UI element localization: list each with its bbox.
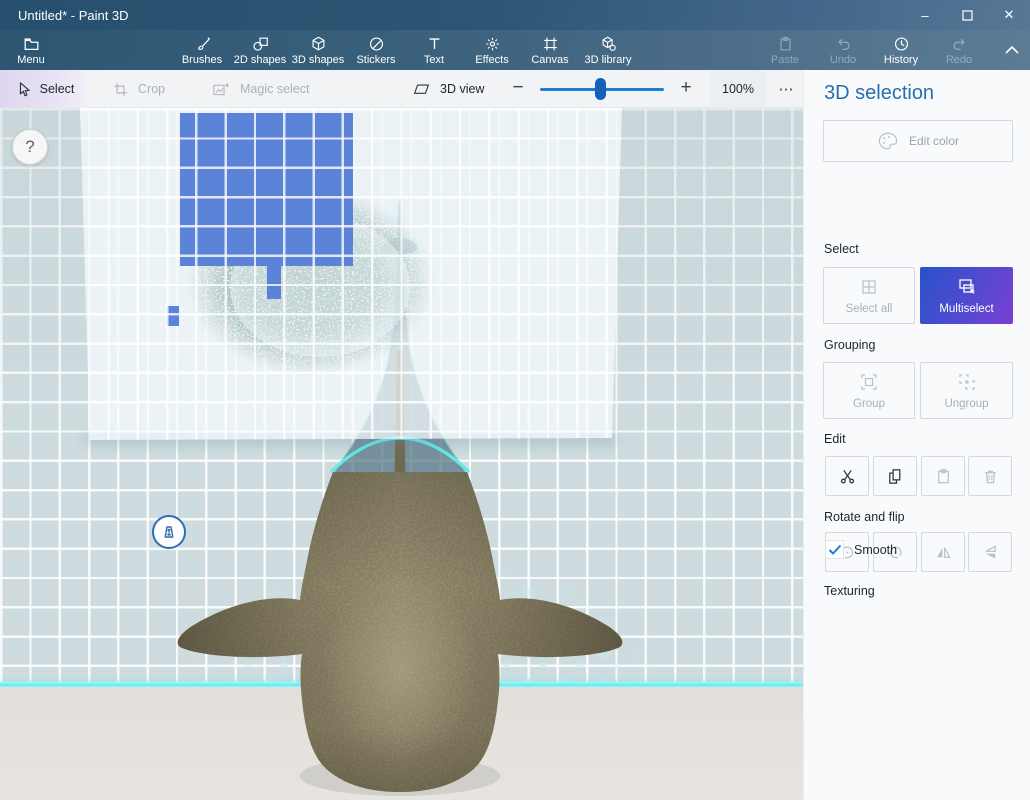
zoom-in-button[interactable]: + xyxy=(674,77,698,99)
3d-library-icon xyxy=(599,35,618,53)
redo-icon xyxy=(950,35,969,53)
group-button[interactable]: Group xyxy=(823,362,915,419)
ungroup-icon xyxy=(957,372,977,392)
titlebar: Untitled* - Paint 3D – ✕ xyxy=(0,0,1030,30)
zoom-slider[interactable] xyxy=(540,88,664,91)
chevron-up-icon xyxy=(1004,44,1020,56)
checkmark-icon xyxy=(828,544,842,556)
toolbar-center-group: Brushes 2D shapes 3D shapes Stickers Tex… xyxy=(173,30,637,70)
crop-icon xyxy=(112,81,129,98)
window-controls: – ✕ xyxy=(904,0,1030,30)
3d-canvas-viewport[interactable]: ? xyxy=(0,108,803,800)
blue-paint-stroke xyxy=(267,266,281,299)
stickers-icon xyxy=(367,35,386,53)
trash-icon xyxy=(981,467,1000,486)
z-depth-gizmo-icon xyxy=(158,521,180,543)
edit-color-button[interactable]: Edit color xyxy=(823,120,1013,162)
paste-icon xyxy=(776,35,795,53)
3d-view-icon xyxy=(412,81,431,97)
redo-button[interactable]: Redo xyxy=(930,30,988,70)
flip-vertical-icon xyxy=(981,543,1000,562)
close-button[interactable]: ✕ xyxy=(988,0,1030,30)
magic-select-button[interactable]: Magic select xyxy=(212,70,309,108)
minimize-button[interactable]: – xyxy=(904,0,946,30)
copy-button[interactable] xyxy=(873,456,917,496)
shark-highlight xyxy=(320,573,480,763)
maximize-icon xyxy=(962,10,973,21)
menu-icon xyxy=(22,35,41,53)
maximize-button[interactable] xyxy=(946,0,988,30)
window-title: Untitled* - Paint 3D xyxy=(18,8,129,23)
history-button[interactable]: History xyxy=(872,30,930,70)
edit-section-label: Edit xyxy=(824,432,846,446)
delete-button[interactable] xyxy=(968,456,1012,496)
cut-button[interactable] xyxy=(825,456,869,496)
select-all-icon xyxy=(859,277,879,297)
3d-shapes-icon xyxy=(309,35,328,53)
blue-paint-rectangle xyxy=(180,113,353,266)
3d-library-button[interactable]: 3D library xyxy=(579,30,637,70)
effects-icon xyxy=(483,35,502,53)
palette-icon xyxy=(877,131,899,151)
help-button[interactable]: ? xyxy=(12,129,48,165)
text-button[interactable]: Text xyxy=(405,30,463,70)
more-options-button[interactable]: ⋯ xyxy=(772,70,802,108)
selection-toolbar: Select Crop Magic select 3D view − + 100… xyxy=(0,70,803,108)
brush-icon xyxy=(193,35,212,53)
effects-button[interactable]: Effects xyxy=(463,30,521,70)
paste-button-panel[interactable] xyxy=(921,456,965,496)
2d-shapes-icon xyxy=(251,35,270,53)
paste-button[interactable]: Paste xyxy=(756,30,814,70)
select-tool-button[interactable]: Select xyxy=(0,70,90,108)
cut-icon xyxy=(838,467,857,486)
flip-horizontal-icon xyxy=(934,543,953,562)
flip-vertical-button[interactable] xyxy=(968,532,1012,572)
undo-icon xyxy=(834,35,853,53)
brushes-button[interactable]: Brushes xyxy=(173,30,231,70)
multiselect-icon xyxy=(956,277,978,297)
top-toolbar: Menu Brushes 2D shapes 3D shapes Sticker… xyxy=(0,30,1030,70)
copy-icon xyxy=(886,467,905,486)
paste-icon xyxy=(934,467,953,486)
select-all-button[interactable]: Select all xyxy=(823,267,915,324)
collapse-ribbon-button[interactable] xyxy=(998,36,1026,64)
select-section-label: Select xyxy=(824,242,859,256)
select-cursor-icon xyxy=(16,81,32,98)
text-icon xyxy=(425,35,444,53)
2d-canvas-sheet[interactable] xyxy=(78,108,622,440)
zoom-slider-thumb[interactable] xyxy=(595,78,606,100)
magic-select-icon xyxy=(212,81,231,98)
toolbar-right-group: Paste Undo History Redo xyxy=(756,30,988,70)
texturing-section-label: Texturing xyxy=(824,584,875,598)
paint3d-window: Untitled* - Paint 3D – ✕ Menu Brushes 2D… xyxy=(0,0,1030,800)
canvas-button[interactable]: Canvas xyxy=(521,30,579,70)
flip-horizontal-button[interactable] xyxy=(921,532,965,572)
smooth-label: Smooth xyxy=(854,543,897,557)
smooth-checkbox[interactable] xyxy=(825,540,844,559)
zoom-out-button[interactable]: − xyxy=(506,77,530,99)
menu-button[interactable]: Menu xyxy=(10,30,52,70)
panel-title: 3D selection xyxy=(824,82,934,105)
z-depth-gizmo-handle[interactable] xyxy=(152,515,186,549)
3d-shapes-button[interactable]: 3D shapes xyxy=(289,30,347,70)
zoom-level-value[interactable]: 100% xyxy=(710,70,766,108)
crop-button[interactable]: Crop xyxy=(112,70,165,108)
stickers-button[interactable]: Stickers xyxy=(347,30,405,70)
2d-shapes-button[interactable]: 2D shapes xyxy=(231,30,289,70)
multiselect-button[interactable]: Multiselect xyxy=(920,267,1013,324)
canvas-icon xyxy=(541,35,560,53)
blue-paint-fragment xyxy=(167,306,179,326)
history-icon xyxy=(892,35,911,53)
3d-selection-panel: 3D selection Edit color Select Select al… xyxy=(803,70,1030,800)
group-icon xyxy=(859,372,879,392)
grouping-section-label: Grouping xyxy=(824,338,875,352)
undo-button[interactable]: Undo xyxy=(814,30,872,70)
rotate-section-label: Rotate and flip xyxy=(824,510,905,524)
3d-view-button[interactable]: 3D view xyxy=(412,70,484,108)
ungroup-button[interactable]: Ungroup xyxy=(920,362,1013,419)
